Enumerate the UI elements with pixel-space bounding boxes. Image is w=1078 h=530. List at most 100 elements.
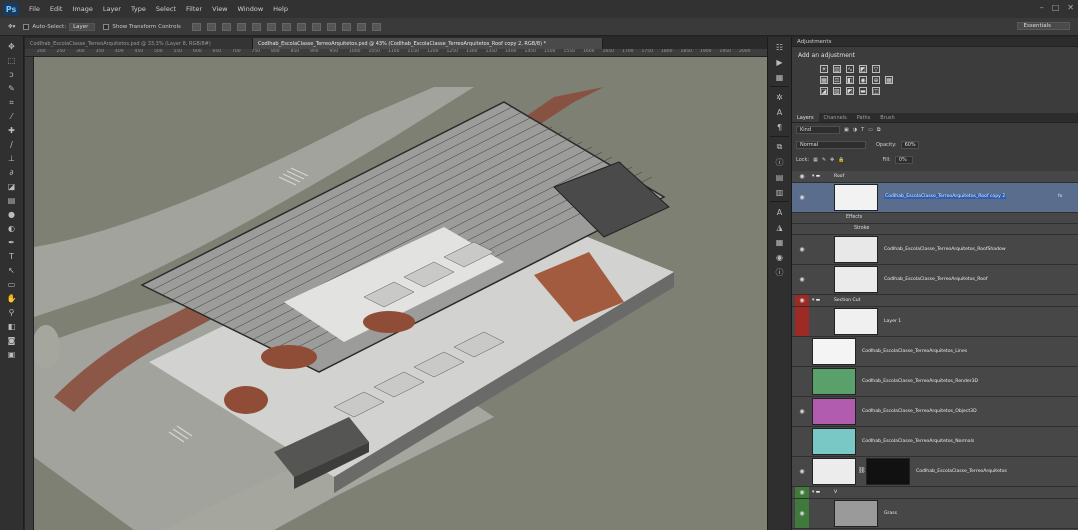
distribute-center-icon[interactable] (341, 22, 351, 31)
levels-icon[interactable]: ▥ (833, 65, 841, 73)
layer-effect-stroke[interactable]: Stroke (792, 224, 1078, 235)
tab-paths[interactable]: Paths (852, 113, 876, 122)
play-actions-icon[interactable]: ▶ (774, 57, 786, 67)
menu-type[interactable]: Type (131, 5, 146, 13)
layer-name[interactable]: CodIhab_EscolaClasse_TerreoArquitetos_Ro… (884, 194, 1007, 199)
shape-tool-icon[interactable]: ▭ (5, 280, 19, 290)
move-tool-preset[interactable]: ✥▾ (8, 24, 15, 30)
clone-stamp-tool-icon[interactable]: ⊥ (5, 154, 19, 164)
lock-image-icon[interactable]: ✎ (822, 157, 826, 163)
photo-filter-icon[interactable]: ◉ (859, 76, 867, 84)
align-right-icon[interactable] (266, 22, 276, 31)
show-transform-checkbox[interactable] (103, 23, 110, 30)
3d-icon[interactable]: ◮ (774, 222, 786, 232)
maximize-button[interactable]: □ (1052, 3, 1060, 12)
visibility-eye-icon[interactable]: ◉ (795, 295, 809, 306)
exposure-icon[interactable]: ◩ (859, 65, 867, 73)
gradient-tool-icon[interactable]: ▤ (5, 196, 19, 206)
document-canvas[interactable] (34, 57, 767, 530)
menu-select[interactable]: Select (156, 5, 176, 13)
menu-layer[interactable]: Layer (103, 5, 121, 13)
layer-roof-copy-2[interactable]: ◉ CodIhab_EscolaClasse_TerreoArquitetos_… (792, 183, 1078, 213)
align-left-icon[interactable] (236, 22, 246, 31)
measurement-icon[interactable]: A (774, 207, 786, 217)
layer-mask-thumbnail[interactable] (866, 458, 910, 485)
layer-group-section-cut[interactable]: ◉ ▾ ▬ Section Cut (792, 295, 1078, 307)
quick-mask-icon[interactable]: ◙ (5, 336, 19, 346)
distribute-left-icon[interactable] (326, 22, 336, 31)
align-bottom-icon[interactable] (221, 22, 231, 31)
lock-transparent-icon[interactable]: ▦ (813, 157, 818, 163)
vibrance-icon[interactable]: ▽ (872, 65, 880, 73)
brush-tool-icon[interactable]: ∕ (5, 140, 19, 150)
tab-brush[interactable]: Brush (875, 113, 899, 122)
menu-image[interactable]: Image (72, 5, 92, 13)
visibility-eye-icon[interactable]: ◉ (795, 397, 809, 426)
black-white-icon[interactable]: ◧ (846, 76, 854, 84)
layer-group-roof[interactable]: ◉ ▾ ▬ Roof (792, 171, 1078, 183)
dodge-tool-icon[interactable]: ◐ (5, 224, 19, 234)
visibility-eye-icon[interactable]: ◉ (795, 499, 809, 528)
layer-effects[interactable]: Effects (792, 213, 1078, 224)
history-brush-tool-icon[interactable]: ∂ (5, 168, 19, 178)
opacity-input[interactable]: 60% (900, 141, 919, 149)
visibility-eye-icon[interactable] (795, 307, 809, 336)
marquee-tool-icon[interactable]: ⬚ (5, 56, 19, 66)
menu-help[interactable]: Help (273, 5, 288, 13)
filter-kind-dropdown[interactable]: Kind (796, 126, 840, 134)
brush-presets-icon[interactable]: ▦ (774, 72, 786, 82)
adjustments-tab[interactable]: Adjustments (792, 37, 1078, 47)
align-center-icon[interactable] (251, 22, 261, 31)
crop-tool-icon[interactable]: ⌗ (5, 98, 19, 108)
distribute-top-icon[interactable] (281, 22, 291, 31)
minimize-button[interactable]: – (1040, 3, 1044, 12)
tool-presets-icon[interactable]: ✲ (774, 92, 786, 102)
align-top-icon[interactable] (191, 22, 201, 31)
fx-icon[interactable]: fx (1058, 194, 1062, 199)
channel-mixer-icon[interactable]: ⊕ (872, 76, 880, 84)
align-middle-icon[interactable] (206, 22, 216, 31)
auto-select-option[interactable]: Auto-Select: Layer (23, 22, 96, 31)
color-lookup-icon[interactable]: ▦ (885, 76, 893, 84)
layer-base[interactable]: ◉ ⛓ CodIhab_EscolaClasse_TerreoArquiteto… (792, 457, 1078, 487)
auto-select-dropdown[interactable]: Layer (69, 22, 96, 31)
menu-edit[interactable]: Edit (50, 5, 63, 13)
tab-channels[interactable]: Channels (819, 113, 852, 122)
layer-object3d[interactable]: ◉ CodIhab_EscolaClasse_TerreoArquitetos_… (792, 397, 1078, 427)
visibility-eye-icon[interactable]: ◉ (795, 235, 809, 264)
menu-view[interactable]: View (212, 5, 227, 13)
lock-position-icon[interactable]: ✥ (830, 157, 834, 163)
blur-tool-icon[interactable]: ● (5, 210, 19, 220)
eyedropper-tool-icon[interactable]: ⁄ (5, 112, 19, 122)
workspace-switcher[interactable]: Essentials (1017, 22, 1070, 30)
quick-select-tool-icon[interactable]: ✎ (5, 84, 19, 94)
properties-icon[interactable]: ◉ (774, 252, 786, 262)
gradient-map-icon[interactable]: ▬ (859, 87, 867, 95)
pen-tool-icon[interactable]: ✒ (5, 238, 19, 248)
filter-adjustment-icon[interactable]: ◑ (853, 127, 857, 133)
distribute-right-icon[interactable] (356, 22, 366, 31)
blend-mode-dropdown[interactable]: Normal (796, 141, 866, 149)
visibility-eye-icon[interactable]: ◉ (795, 487, 809, 498)
fill-input[interactable]: 0% (894, 156, 913, 164)
close-button[interactable]: ✕ (1067, 3, 1074, 12)
character-icon[interactable]: A (774, 107, 786, 117)
brightness-icon[interactable]: ☀ (820, 65, 828, 73)
screen-mode-icon[interactable]: ▣ (5, 350, 19, 360)
hue-saturation-icon[interactable]: ▦ (820, 76, 828, 84)
layer-roof[interactable]: ◉ CodIhab_EscolaClasse_TerreoArquitetos_… (792, 265, 1078, 295)
layer-comps-icon[interactable]: ▦ (774, 237, 786, 247)
auto-align-icon[interactable] (371, 22, 381, 31)
layer-roof-shadow[interactable]: ◉ CodIhab_EscolaClasse_TerreoArquitetos_… (792, 235, 1078, 265)
layer-lines[interactable]: CodIhab_EscolaClasse_TerreoArquitetos_Li… (792, 337, 1078, 367)
type-tool-icon[interactable]: T (5, 252, 19, 262)
show-transform-option[interactable]: Show Transform Controls (103, 23, 181, 30)
layer-normals[interactable]: CodIhab_EscolaClasse_TerreoArquitetos_No… (792, 427, 1078, 457)
posterize-icon[interactable]: ▨ (833, 87, 841, 95)
visibility-eye-icon[interactable]: ◉ (795, 183, 809, 212)
move-tool-icon[interactable]: ✥ (5, 42, 19, 52)
color-balance-icon[interactable]: ⚖ (833, 76, 841, 84)
visibility-eye-icon[interactable]: ◉ (795, 265, 809, 294)
info-icon[interactable]: ⓘ (774, 157, 786, 167)
threshold-icon[interactable]: ◩ (846, 87, 854, 95)
